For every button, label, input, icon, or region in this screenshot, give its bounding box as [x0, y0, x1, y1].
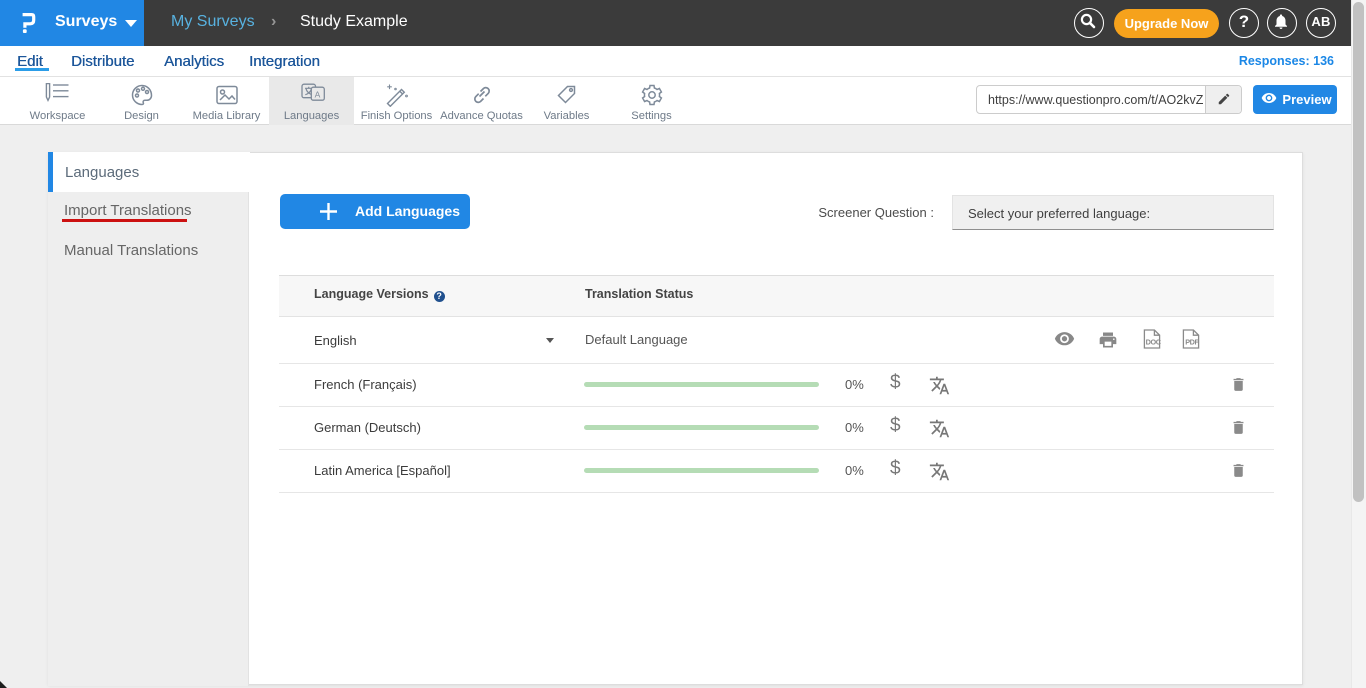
svg-text:DOC: DOC: [1146, 337, 1162, 346]
svg-text:A: A: [314, 90, 320, 100]
svg-text:PDF: PDF: [1185, 337, 1199, 346]
